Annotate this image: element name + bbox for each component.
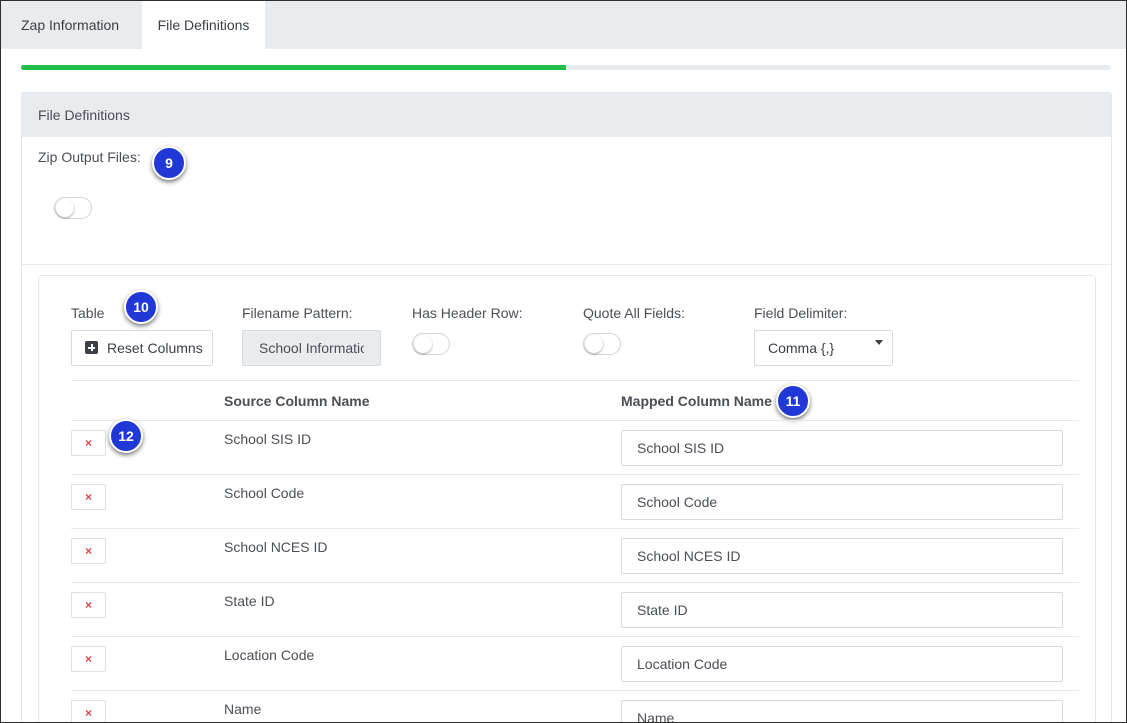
table-definition-panel: Table Reset Columns 10 Filename Pattern:… <box>38 275 1096 722</box>
remove-row-button[interactable]: × <box>71 430 106 456</box>
reset-columns-button[interactable]: Reset Columns <box>71 330 213 366</box>
annotation-marker-12: 12 <box>109 419 143 453</box>
mapped-column-header: Mapped Column Name <box>621 393 772 409</box>
source-column-name: State ID <box>224 593 275 609</box>
app-window: Zap Information File Definitions File De… <box>0 0 1127 723</box>
source-column-name: Location Code <box>224 647 315 663</box>
tab-zap-information[interactable]: Zap Information <box>1 1 139 49</box>
caret-down-icon <box>875 340 883 345</box>
mapped-column-input[interactable] <box>621 430 1063 466</box>
has-header-row-label: Has Header Row: <box>412 305 523 321</box>
header-bottom-divider <box>71 420 1079 421</box>
remove-row-button[interactable]: × <box>71 592 106 618</box>
remove-row-button[interactable]: × <box>71 538 106 564</box>
row-divider <box>71 528 1079 529</box>
section-divider <box>22 264 1111 265</box>
quote-all-fields-toggle[interactable] <box>583 333 621 355</box>
header-divider <box>71 380 1079 381</box>
reset-columns-label: Reset Columns <box>107 340 203 356</box>
source-column-name: Name <box>224 701 262 717</box>
mapped-column-input[interactable] <box>621 700 1063 722</box>
toggle-knob <box>414 335 432 353</box>
mapped-column-input[interactable] <box>621 484 1063 520</box>
card-header: File Definitions <box>22 93 1111 137</box>
tab-content: File Definitions Zip Output Files: 9 Tab… <box>1 49 1126 722</box>
filename-pattern-input[interactable] <box>242 330 381 366</box>
row-divider <box>71 636 1079 637</box>
source-column-name: School SIS ID <box>224 431 312 447</box>
plus-square-icon <box>85 341 98 354</box>
filename-pattern-label: Filename Pattern: <box>242 305 353 321</box>
source-column-name: School NCES ID <box>224 539 328 555</box>
tab-file-definitions[interactable]: File Definitions <box>142 1 265 49</box>
annotation-marker-10: 10 <box>124 290 158 324</box>
remove-row-button[interactable]: × <box>71 484 106 510</box>
field-delimiter-value: Comma {,} <box>768 340 835 356</box>
table-label: Table <box>71 305 105 321</box>
zip-output-label: Zip Output Files: <box>38 149 141 165</box>
file-definitions-card: File Definitions Zip Output Files: 9 Tab… <box>21 92 1112 722</box>
annotation-marker-11: 11 <box>776 384 810 418</box>
field-delimiter-label: Field Delimiter: <box>754 305 848 321</box>
has-header-row-toggle[interactable] <box>412 333 450 355</box>
zip-output-toggle[interactable] <box>54 197 92 219</box>
remove-row-button[interactable]: × <box>71 646 106 672</box>
progress-fill <box>21 65 566 70</box>
toggle-knob <box>585 335 603 353</box>
mapped-column-input[interactable] <box>621 538 1063 574</box>
quote-all-fields-label: Quote All Fields: <box>583 305 685 321</box>
remove-row-button[interactable]: × <box>71 700 106 722</box>
annotation-marker-9: 9 <box>152 146 186 180</box>
mapped-column-input[interactable] <box>621 592 1063 628</box>
field-delimiter-select[interactable]: Comma {,} <box>754 330 893 366</box>
source-column-header: Source Column Name <box>224 393 370 409</box>
row-divider <box>71 690 1079 691</box>
source-column-name: School Code <box>224 485 305 501</box>
progress-bar <box>21 65 1111 70</box>
row-divider <box>71 474 1079 475</box>
tab-bar: Zap Information File Definitions <box>1 1 1126 49</box>
row-divider <box>71 582 1079 583</box>
mapped-column-input[interactable] <box>621 646 1063 682</box>
toggle-knob <box>56 199 74 217</box>
